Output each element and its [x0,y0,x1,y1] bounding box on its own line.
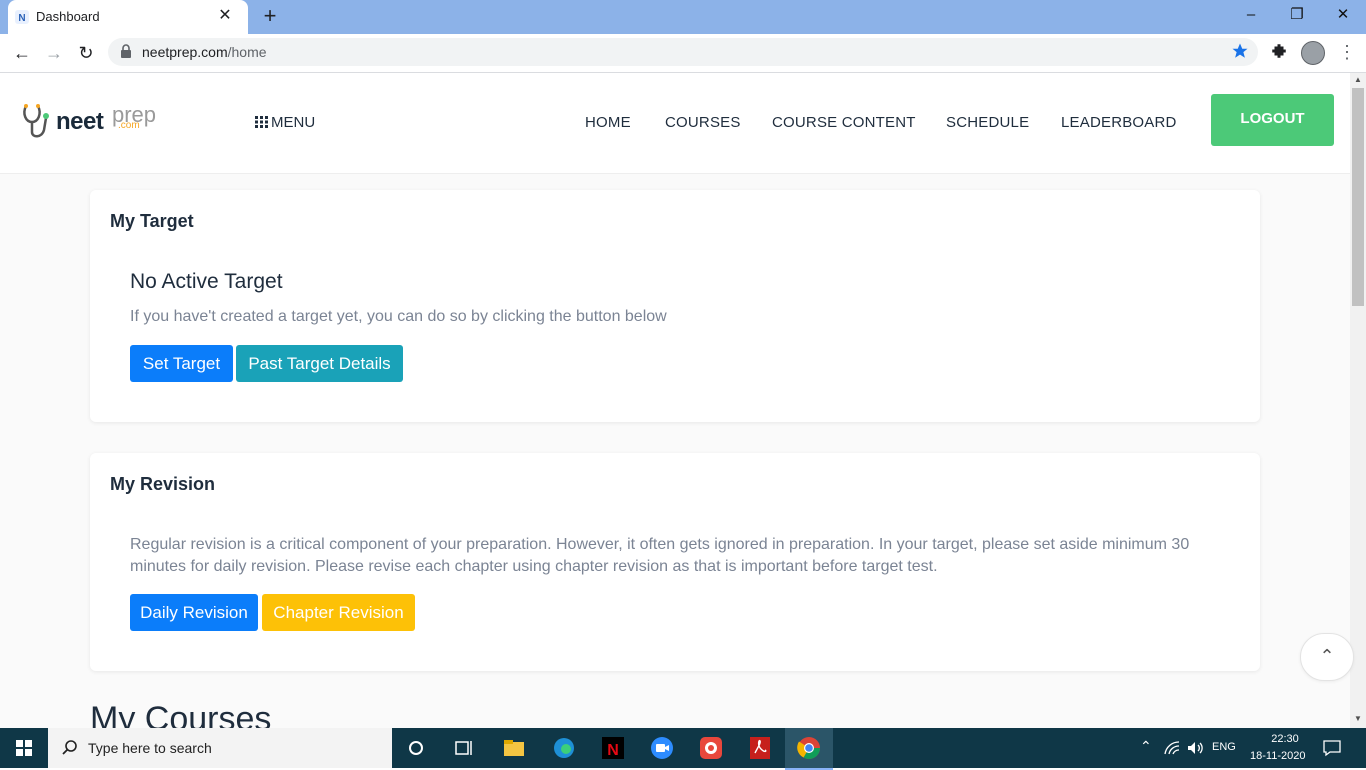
bookmark-star-icon[interactable] [1231,42,1249,60]
tray-chevron-up-icon[interactable]: ⌃ [1140,738,1152,755]
netflix-icon[interactable]: N [598,733,628,763]
nav-courses[interactable]: COURSES [665,114,741,131]
more-menu-icon[interactable]: ⋮ [1338,41,1356,63]
set-target-button[interactable]: Set Target [130,345,233,382]
back-arrow-icon[interactable]: ← [9,41,35,65]
clock-date[interactable]: 18-11-2020 [1250,750,1305,762]
logo-text-main: neet [56,108,104,135]
wifi-icon[interactable] [1163,739,1181,757]
chapter-revision-button[interactable]: Chapter Revision [262,594,415,631]
tab-title: Dashboard [36,9,100,24]
grid-icon [255,116,268,128]
url-text[interactable]: neetprep.com/home [142,44,267,60]
chevron-up-icon: ⌃ [1319,646,1335,666]
notifications-icon[interactable] [1322,738,1342,758]
logout-button[interactable]: LOGOUT [1211,94,1334,146]
forward-arrow-icon[interactable]: → [41,41,67,65]
target-description: If you have't created a target yet, you … [130,308,667,325]
lock-icon[interactable] [120,44,132,58]
cortana-icon[interactable] [401,733,431,763]
file-explorer-icon[interactable] [499,733,529,763]
nav-course-content[interactable]: COURSE CONTENT [772,114,916,131]
restore-icon[interactable]: ❐ [1274,0,1320,32]
daily-revision-button[interactable]: Daily Revision [130,594,258,631]
back-to-top-button[interactable]: ⌃ [1300,633,1354,681]
target-card-title: My Target [110,211,194,231]
windows-start-icon[interactable] [0,728,48,768]
reload-icon[interactable]: ↻ [73,41,99,65]
revision-card-title: My Revision [110,474,216,494]
close-window-icon[interactable]: ✕ [1320,0,1366,32]
task-view-icon[interactable] [449,733,479,763]
url-domain: neetprep.com [142,44,228,60]
svg-text:N: N [607,742,619,759]
nav-leaderboard[interactable]: LEADERBOARD [1061,114,1177,131]
menu-toggle[interactable]: MENU [255,114,315,131]
clock-time[interactable]: 22:30 [1262,733,1308,745]
acrobat-pdf-icon[interactable] [745,733,775,763]
scroll-down-icon[interactable]: ▼ [1350,712,1366,726]
taskbar-search-placeholder: Type here to search [88,740,212,756]
revision-description: Regular revision is a critical component… [130,536,1190,575]
chrome-browser-icon[interactable] [794,733,824,763]
extensions-puzzle-icon[interactable] [1270,42,1288,60]
address-bar[interactable] [108,38,1258,66]
scrollbar-thumb[interactable] [1352,88,1364,306]
language-indicator[interactable]: ENG [1212,741,1236,753]
edge-browser-icon[interactable] [549,733,579,763]
logo-text-small: .com [118,120,140,131]
zoom-icon[interactable] [647,733,677,763]
stethoscope-icon [23,104,49,138]
tab-close-icon[interactable]: ✕ [216,7,234,25]
scroll-up-icon[interactable]: ▲ [1350,73,1366,87]
search-icon [62,740,77,755]
nav-home[interactable]: HOME [585,114,631,131]
menu-label: MENU [271,114,316,131]
nav-schedule[interactable]: SCHEDULE [946,114,1029,131]
target-card [90,190,1260,422]
past-target-details-button[interactable]: Past Target Details [236,345,403,382]
new-tab-icon[interactable]: + [259,5,281,28]
volume-icon[interactable] [1186,739,1206,757]
cam-app-icon[interactable] [696,733,726,763]
target-status-heading: No Active Target [130,270,283,293]
neetprep-logo[interactable]: neet prep .com [20,100,160,142]
favicon-icon: N [15,10,29,24]
profile-avatar[interactable] [1301,41,1325,65]
url-path: /home [227,44,267,60]
minimize-icon[interactable]: – [1228,0,1274,32]
svg-text:N: N [18,13,25,24]
